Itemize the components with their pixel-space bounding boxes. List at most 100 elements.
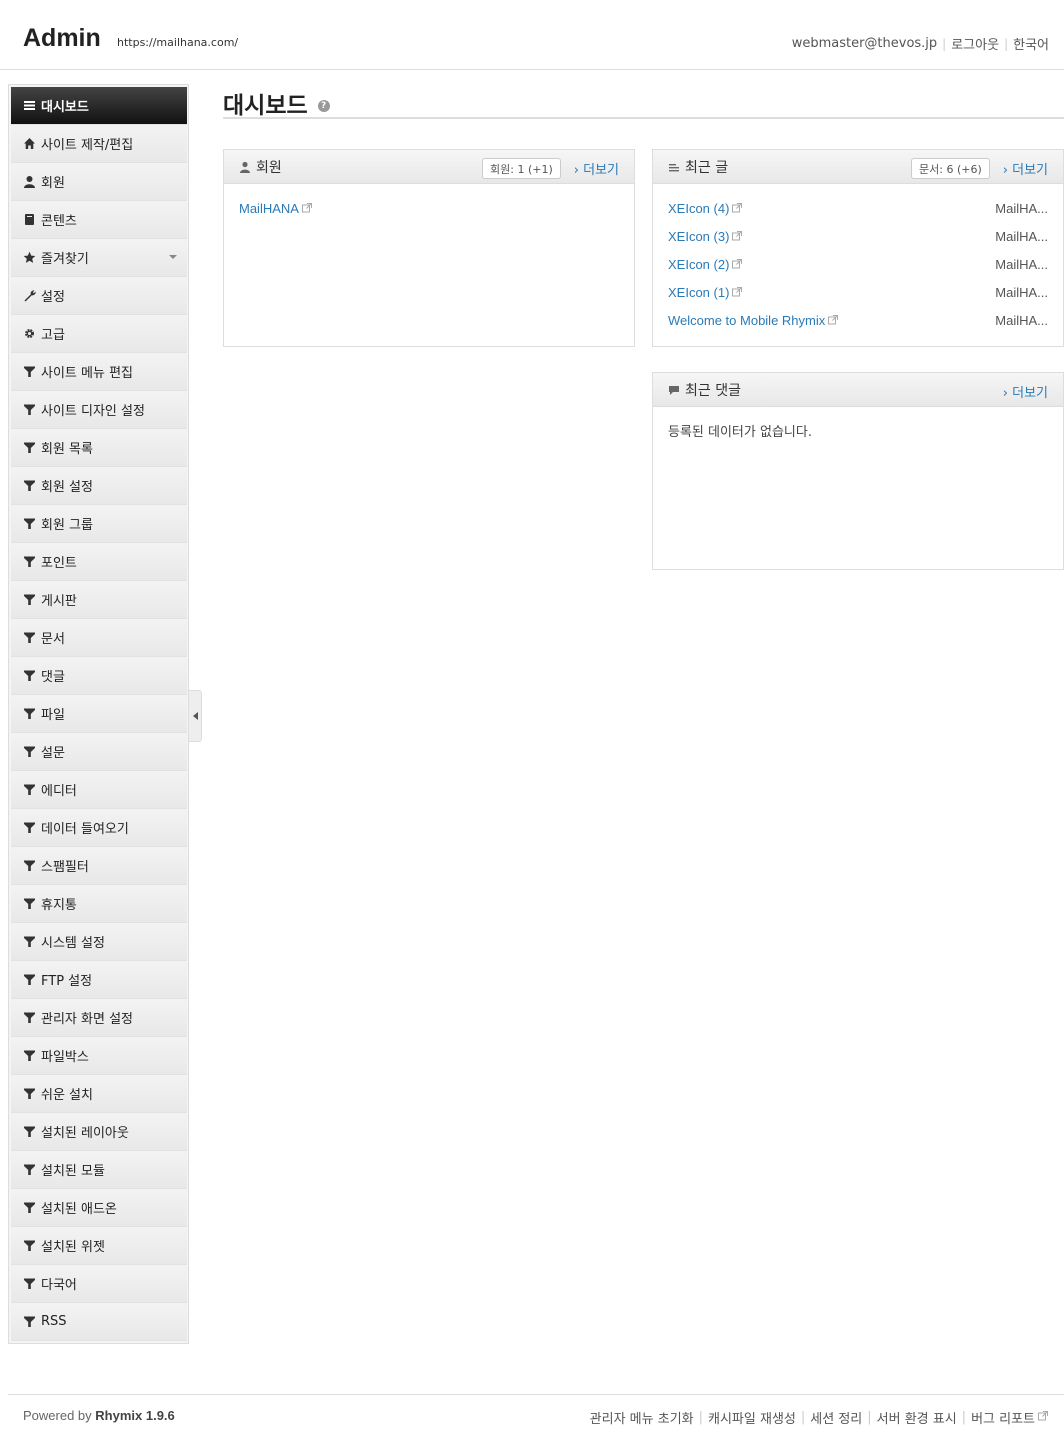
filter-icon <box>22 1087 36 1101</box>
sidebar-item-label: 대시보드 <box>41 100 89 115</box>
footer-link-5[interactable]: 버그 리포트 <box>971 1408 1035 1427</box>
sidebar-item-2[interactable]: 사이트 제작/편집 <box>11 125 187 163</box>
sidebar-item-18[interactable]: 설문 <box>11 733 187 771</box>
filter-icon <box>22 1163 36 1177</box>
recent-posts-panel: 최근 글 문서: 6 (+6) › 더보기 XEIcon (4) MailHA..… <box>652 149 1064 347</box>
site-url-link[interactable]: https://mailhana.com/ <box>117 36 238 49</box>
sidebar-item-label: 쉬운 설치 <box>41 1088 93 1103</box>
recent-comments-panel-title: 최근 댓글 <box>685 382 741 399</box>
admin-logo[interactable]: Admin <box>23 24 101 53</box>
sidebar-item-label: 고급 <box>41 328 65 343</box>
recent-posts-more-link[interactable]: › 더보기 <box>1003 159 1048 178</box>
members-panel-header: 회원 회원: 1 (+1) › 더보기 <box>224 150 634 184</box>
sidebar-item-12[interactable]: 회원 그룹 <box>11 505 187 543</box>
sidebar-item-11[interactable]: 회원 설정 <box>11 467 187 505</box>
footer-link-1[interactable]: 관리자 메뉴 초기화 <box>590 1408 694 1427</box>
members-panel: 회원 회원: 1 (+1) › 더보기 MailHANA <box>223 149 635 347</box>
list-item: MailHANA <box>239 194 619 222</box>
sidebar-item-8[interactable]: 사이트 메뉴 편집 <box>11 353 187 391</box>
sidebar-item-6[interactable]: 설정 <box>11 277 187 315</box>
list-item: XEIcon (1) MailHA... <box>668 278 1048 306</box>
sidebar-item-7[interactable]: 고급 <box>11 315 187 353</box>
sidebar-item-13[interactable]: 포인트 <box>11 543 187 581</box>
separator: | <box>961 1410 967 1425</box>
sidebar-item-21[interactable]: 스팸필터 <box>11 847 187 885</box>
recent-comments-more-link[interactable]: › 더보기 <box>1003 382 1048 401</box>
sidebar-item-26[interactable]: 파일박스 <box>11 1037 187 1075</box>
sidebar-item-14[interactable]: 게시판 <box>11 581 187 619</box>
sidebar-item-33[interactable]: RSS <box>11 1303 187 1341</box>
sidebar-item-label: 휴지통 <box>41 898 77 913</box>
sidebar-item-4[interactable]: 콘텐츠 <box>11 201 187 239</box>
logout-link[interactable]: 로그아웃 <box>951 34 999 53</box>
sidebar-item-22[interactable]: 휴지통 <box>11 885 187 923</box>
filter-icon <box>22 365 36 379</box>
sidebar-nav: 대시보드사이트 제작/편집회원 콘텐츠즐겨찾기설정고급사이트 메뉴 편집 사이트 디… <box>8 84 189 1344</box>
language-selector[interactable]: 한국어 <box>1013 34 1049 53</box>
sidebar-item-1[interactable]: 대시보드 <box>11 87 187 125</box>
footer-link-3[interactable]: 세션 정리 <box>810 1408 862 1427</box>
filter-icon <box>22 555 36 569</box>
filter-icon <box>22 441 36 455</box>
sidebar-item-23[interactable]: 시스템 설정 <box>11 923 187 961</box>
filter-icon <box>22 821 36 835</box>
list-icon <box>22 99 36 113</box>
filter-icon <box>22 403 36 417</box>
sidebar-item-10[interactable]: 회원 목록 <box>11 429 187 467</box>
post-link[interactable]: XEIcon (2) <box>668 257 743 272</box>
sidebar-item-31[interactable]: 설치된 위젯 <box>11 1227 187 1265</box>
sidebar-item-label: 에디터 <box>41 784 77 799</box>
sidebar-item-label: 관리자 화면 설정 <box>41 1012 133 1027</box>
post-link[interactable]: Welcome to Mobile Rhymix <box>668 313 839 328</box>
sidebar-item-15[interactable]: 문서 <box>11 619 187 657</box>
filter-icon <box>22 897 36 911</box>
sidebar-item-24[interactable]: FTP 설정 <box>11 961 187 999</box>
wrench-icon <box>22 289 36 303</box>
sidebar-item-label: 사이트 제작/편집 <box>41 138 134 153</box>
chevron-down-icon[interactable] <box>169 255 177 259</box>
member-link[interactable]: MailHANA <box>239 201 312 216</box>
sidebar-item-28[interactable]: 설치된 레이아웃 <box>11 1113 187 1151</box>
filter-icon <box>22 1049 36 1063</box>
sidebar-item-29[interactable]: 설치된 모듈 <box>11 1151 187 1189</box>
sidebar-item-3[interactable]: 회원 <box>11 163 187 201</box>
sidebar-item-19[interactable]: 에디터 <box>11 771 187 809</box>
sidebar-item-label: 회원 설정 <box>41 480 93 495</box>
sidebar-item-25[interactable]: 관리자 화면 설정 <box>11 999 187 1037</box>
external-link-icon <box>729 201 743 216</box>
sidebar-item-20[interactable]: 데이터 들여오기 <box>11 809 187 847</box>
post-author: MailHA... <box>995 200 1048 216</box>
sidebar-item-32[interactable]: 다국어 <box>11 1265 187 1303</box>
sidebar-collapse-toggle[interactable] <box>189 690 202 742</box>
members-more-link[interactable]: › 더보기 <box>574 159 619 178</box>
sidebar-item-17[interactable]: 파일 <box>11 695 187 733</box>
post-link[interactable]: XEIcon (4) <box>668 201 743 216</box>
sidebar-item-16[interactable]: 댓글 <box>11 657 187 695</box>
account-email-link[interactable]: webmaster@thevos.jp <box>792 36 937 51</box>
filter-icon <box>22 1125 36 1139</box>
help-icon[interactable]: ? <box>317 100 330 112</box>
sidebar-item-30[interactable]: 설치된 애드온 <box>11 1189 187 1227</box>
post-link[interactable]: XEIcon (1) <box>668 285 743 300</box>
rhymix-version-link[interactable]: Rhymix 1.9.6 <box>95 1408 175 1423</box>
sidebar-item-label: 다국어 <box>41 1278 77 1293</box>
sidebar-item-9[interactable]: 사이트 디자인 설정 <box>11 391 187 429</box>
sidebar-item-label: 댓글 <box>41 670 65 685</box>
filter-icon <box>22 707 36 721</box>
post-author: MailHA... <box>995 228 1048 244</box>
sidebar-item-label: 설치된 위젯 <box>41 1240 105 1255</box>
account-menu: webmaster@thevos.jp | 로그아웃 | 한국어 <box>792 34 1049 53</box>
list-icon <box>668 161 680 173</box>
page-title: 대시보드 ? <box>223 86 330 120</box>
sidebar-item-label: 게시판 <box>41 594 77 609</box>
footer-link-2[interactable]: 캐시파일 재생성 <box>708 1408 796 1427</box>
sidebar-item-27[interactable]: 쉬운 설치 <box>11 1075 187 1113</box>
recent-posts-panel-header: 최근 글 문서: 6 (+6) › 더보기 <box>653 150 1063 184</box>
sidebar-item-5[interactable]: 즐겨찾기 <box>11 239 187 277</box>
sidebar-item-label: 즐겨찾기 <box>41 252 89 267</box>
footer-link-4[interactable]: 서버 환경 표시 <box>877 1408 957 1427</box>
post-author: MailHA... <box>995 312 1048 328</box>
post-link[interactable]: XEIcon (3) <box>668 229 743 244</box>
recent-comments-panel-header: 최근 댓글 › 더보기 <box>653 373 1063 407</box>
post-author: MailHA... <box>995 256 1048 272</box>
